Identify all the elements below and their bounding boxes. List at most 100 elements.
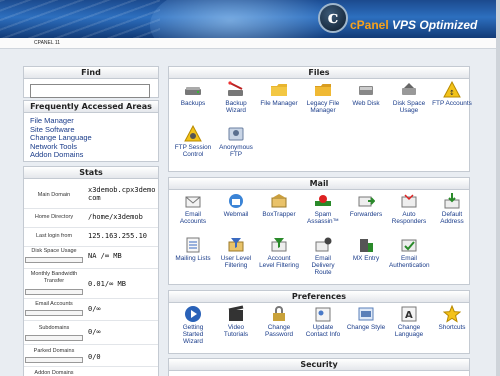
stat-label: Email Accounts <box>35 301 73 307</box>
mail-title: Mail <box>169 178 469 190</box>
prefs-item-shortcuts[interactable]: Shortcuts <box>432 305 472 331</box>
anonymous-ftp-icon <box>228 127 244 141</box>
scrollbar-track[interactable] <box>496 0 500 376</box>
stat-addon-domains: Addon Domains <box>24 367 158 376</box>
mail-label: Forwarders <box>349 211 383 218</box>
faa-list: File Manager Site Software Change Langua… <box>24 113 158 164</box>
breadcrumb-bar: CPANEL 11 <box>0 38 500 49</box>
files-item-backup-wizard[interactable]: Backup Wizard <box>216 81 256 114</box>
svg-text:A: A <box>405 310 413 321</box>
stat-subdomains: Subdomains 0/∞ <box>24 321 158 345</box>
mail-label: MX Entry <box>352 255 380 262</box>
stats-panel: Stats Main Domain x3demob.cpx3demo com H… <box>23 166 159 376</box>
files-panel: Files Backups Backup Wizard File Manager… <box>168 66 472 172</box>
header-decoration <box>0 0 160 38</box>
mail-label: Mailing Lists <box>175 255 211 262</box>
security-title: Security <box>169 359 469 371</box>
brand-subtitle: VPS Optimized <box>388 18 478 32</box>
mail-item-forwarders[interactable]: Forwarders <box>346 192 386 218</box>
forwarders-icon <box>358 196 375 207</box>
mail-item-email-accounts[interactable]: Email Accounts <box>173 192 213 225</box>
prefs-label: Update Contact Info <box>305 324 341 339</box>
files-label: FTP Session Control <box>174 144 212 159</box>
files-label: Web Disk <box>352 100 380 107</box>
prefs-item-change-password[interactable]: Change Password <box>259 305 299 338</box>
mail-item-email-delivery-route[interactable]: Email Delivery Route <box>303 236 343 277</box>
faa-link-addon-domains[interactable]: Addon Domains <box>30 151 152 160</box>
folder-icon <box>271 84 287 96</box>
mail-label: Default Address <box>440 211 464 226</box>
files-item-web-disk[interactable]: Web Disk <box>346 81 386 107</box>
prefs-label: Change Language <box>394 324 424 339</box>
user-filter-icon <box>228 238 244 252</box>
security-panel: Security <box>168 358 470 376</box>
files-label: Anonymous FTP <box>219 144 253 159</box>
files-label: Disk Space Usage <box>392 100 426 115</box>
password-icon <box>273 306 285 321</box>
preferences-panel: Preferences Getting Started Wizard Video… <box>168 290 470 354</box>
files-item-ftp-session-control[interactable]: FTP Session Control <box>173 125 213 158</box>
stat-parked-domains: Parked Domains 0/0 <box>24 345 158 367</box>
mail-label: Email Authentication <box>389 255 430 270</box>
find-input[interactable] <box>30 84 150 98</box>
prefs-item-change-style[interactable]: Change Style <box>346 305 386 331</box>
stats-title: Stats <box>24 167 158 179</box>
mail-item-auto-responders[interactable]: Auto Responders <box>389 192 429 225</box>
files-item-ftp-accounts[interactable]: ↕ FTP Accounts <box>432 81 472 107</box>
mail-label: Webmail <box>223 211 249 218</box>
mail-item-account-level-filtering[interactable]: Account Level Filtering <box>259 236 299 269</box>
prefs-item-getting-started[interactable]: Getting Started Wizard <box>173 305 213 346</box>
legacy-folder-icon <box>315 84 331 96</box>
stat-value: /home/x3demob <box>88 213 143 221</box>
change-style-icon <box>358 307 374 321</box>
prefs-label: Shortcuts <box>438 324 466 331</box>
backups-icon <box>185 87 201 95</box>
ftp-session-icon <box>184 125 202 142</box>
cpanel-header: c cPanel VPS Optimized <box>0 0 500 38</box>
stat-value: 0.01/∞ MB <box>88 280 126 288</box>
mail-item-user-level-filtering[interactable]: User Level Filtering <box>216 236 256 269</box>
stat-value: 0/0 <box>88 353 101 361</box>
version-label: CPANEL 11 <box>34 40 61 46</box>
files-item-disk-space-usage[interactable]: Disk Space Usage <box>389 81 429 114</box>
default-address-icon <box>444 193 460 209</box>
prefs-label: Getting Started Wizard <box>182 324 204 346</box>
mail-label: User Level Filtering <box>220 255 252 270</box>
mail-label: Spam Assassin™ <box>307 211 339 226</box>
ftp-accounts-icon: ↕ <box>443 81 461 98</box>
stat-email-accounts: Email Accounts 0/∞ <box>24 299 158 321</box>
mail-item-mailing-lists[interactable]: Mailing Lists <box>173 236 213 262</box>
email-auth-icon <box>401 239 417 252</box>
brand-cpanel: cPanel <box>350 18 389 32</box>
video-tutorials-icon <box>228 305 244 321</box>
backup-wizard-icon <box>228 81 243 96</box>
mx-entry-icon <box>360 239 373 252</box>
files-title: Files <box>169 67 469 79</box>
prefs-item-change-language[interactable]: A Change Language <box>389 305 429 338</box>
boxtrapper-icon <box>271 194 287 208</box>
mail-item-spam-assassin[interactable]: Spam Assassin™ <box>303 192 343 225</box>
stat-label: Main Domain <box>37 192 71 198</box>
prefs-item-video-tutorials[interactable]: Video Tutorials <box>216 305 256 338</box>
mail-item-webmail[interactable]: Webmail <box>216 192 256 218</box>
delivery-route-icon <box>315 237 332 252</box>
mail-item-boxtrapper[interactable]: BoxTrapper <box>259 192 299 218</box>
files-item-file-manager[interactable]: File Manager <box>259 81 299 107</box>
stat-label: Last login from <box>35 233 73 239</box>
files-item-legacy-file-manager[interactable]: Legacy File Manager <box>303 81 343 114</box>
stat-label: Home Directory <box>34 214 74 220</box>
files-item-backups[interactable]: Backups <box>173 81 213 107</box>
mail-item-mx-entry[interactable]: MX Entry <box>346 236 386 262</box>
mail-item-default-address[interactable]: Default Address <box>432 192 472 225</box>
files-item-anonymous-ftp[interactable]: Anonymous FTP <box>216 125 256 158</box>
stat-value: 0/∞ <box>88 328 101 336</box>
files-label: Backups <box>180 100 206 107</box>
mail-item-email-authentication[interactable]: Email Authentication <box>389 236 430 270</box>
spam-assassin-icon <box>315 195 331 206</box>
getting-started-icon <box>185 306 201 322</box>
stat-main-domain: Main Domain x3demob.cpx3demo com <box>24 183 158 209</box>
cpanel-logo-icon[interactable]: c <box>318 3 348 33</box>
prefs-item-update-contact-info[interactable]: Update Contact Info <box>303 305 343 338</box>
mail-label: Email Delivery Route <box>311 255 335 277</box>
find-title: Find <box>24 67 158 79</box>
